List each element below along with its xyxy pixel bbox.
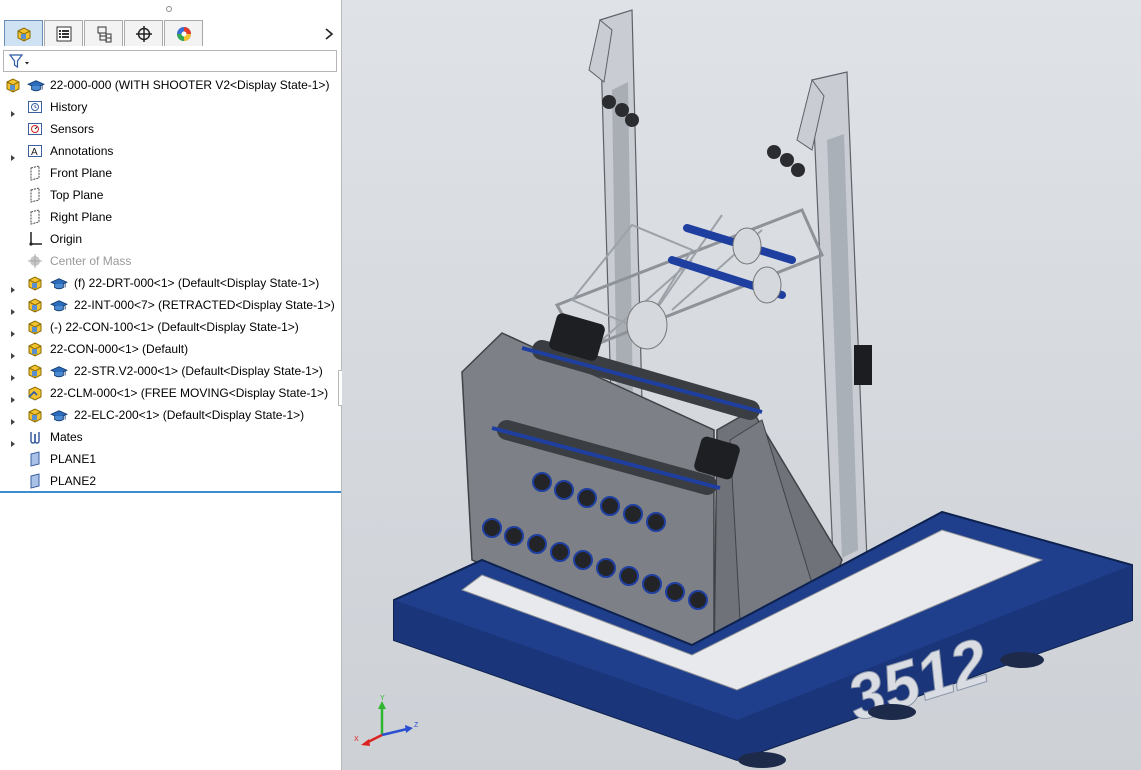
tree-item-label: Center of Mass bbox=[50, 254, 132, 268]
annotations-icon: A bbox=[27, 143, 43, 159]
tree-item-label: 22-STR.V2-000<1> (Default<Display State-… bbox=[74, 364, 323, 378]
expand-icon[interactable] bbox=[9, 301, 17, 315]
robot-model[interactable]: 3512 bbox=[342, 0, 1141, 770]
panel-grip-icon[interactable] bbox=[166, 6, 172, 12]
configuration-icon bbox=[97, 26, 111, 42]
tree-item[interactable]: History bbox=[0, 96, 341, 118]
graphics-area[interactable]: 3512 Y Z X bbox=[342, 0, 1141, 770]
tree-item[interactable]: Top Plane bbox=[0, 184, 341, 206]
mates-icon bbox=[27, 429, 43, 445]
tree-item-label: Origin bbox=[50, 232, 83, 246]
tree-item[interactable]: Mates bbox=[0, 426, 341, 448]
cap-icon bbox=[50, 364, 68, 378]
feature-manager-panel: 22-000-000 (WITH SHOOTER V2<Display Stat… bbox=[0, 0, 342, 770]
tree-filter-bar[interactable] bbox=[3, 50, 337, 72]
assembly-icon bbox=[17, 26, 30, 42]
tree-item[interactable]: Right Plane bbox=[0, 206, 341, 228]
tree-item-label: (-) 22-CON-100<1> (Default<Display State… bbox=[50, 320, 299, 334]
flexible-subassembly-icon bbox=[27, 385, 43, 401]
property-list-icon bbox=[56, 26, 71, 41]
tree-item[interactable]: 22-CLM-000<1> (FREE MOVING<Display State… bbox=[0, 382, 341, 404]
expand-icon[interactable] bbox=[9, 279, 17, 293]
tree-item-label: 22-CLM-000<1> (FREE MOVING<Display State… bbox=[50, 386, 329, 400]
tree-item[interactable]: Front Plane bbox=[0, 162, 341, 184]
tree-item[interactable]: (f) 22-DRT-000<1> (Default<Display State… bbox=[0, 272, 341, 294]
tree-item-label: Top Plane bbox=[50, 188, 104, 202]
tree-item[interactable]: PLANE2 bbox=[0, 470, 341, 492]
tree-item-label: PLANE1 bbox=[50, 452, 97, 466]
tab-property-manager[interactable] bbox=[44, 20, 83, 46]
tab-configuration-manager[interactable] bbox=[84, 20, 123, 46]
expand-icon[interactable] bbox=[9, 433, 17, 447]
tab-feature-manager[interactable] bbox=[4, 20, 43, 46]
assembly-icon bbox=[5, 77, 21, 93]
tree-item[interactable]: 22-ELC-200<1> (Default<Display State-1>) bbox=[0, 404, 341, 426]
tab-display-manager[interactable] bbox=[164, 20, 203, 46]
tree-item[interactable]: PLANE1 bbox=[0, 448, 341, 470]
plane-solid-icon bbox=[27, 473, 43, 489]
subassembly-icon bbox=[27, 275, 43, 291]
feature-tree: 22-000-000 (WITH SHOOTER V2<Display Stat… bbox=[0, 74, 341, 492]
tree-item-label: 22-CON-000<1> (Default) bbox=[50, 342, 189, 356]
filter-icon[interactable] bbox=[8, 53, 32, 70]
cap-icon bbox=[50, 276, 68, 290]
tree-item[interactable]: Sensors bbox=[0, 118, 341, 140]
expand-icon[interactable] bbox=[9, 389, 17, 403]
color-wheel-icon bbox=[176, 26, 191, 41]
tree-item-label: Annotations bbox=[50, 144, 114, 158]
tree-item-label: Mates bbox=[50, 430, 83, 444]
cap-icon bbox=[50, 298, 68, 312]
plane-icon bbox=[27, 209, 43, 225]
plane-solid-icon bbox=[27, 451, 43, 467]
expand-icon[interactable] bbox=[9, 103, 17, 117]
expand-icon[interactable] bbox=[9, 323, 17, 337]
tree-item[interactable]: (-) 22-CON-100<1> (Default<Display State… bbox=[0, 316, 341, 338]
expand-icon[interactable] bbox=[9, 147, 17, 161]
tree-item[interactable]: 22-INT-000<7> (RETRACTED<Display State-1… bbox=[0, 294, 341, 316]
svg-text:Y: Y bbox=[380, 695, 385, 702]
history-icon bbox=[27, 99, 43, 115]
cap-icon bbox=[27, 78, 45, 92]
svg-text:Z: Z bbox=[414, 722, 419, 729]
tree-item[interactable]: 22-CON-000<1> (Default) bbox=[0, 338, 341, 360]
crosshair-icon bbox=[135, 25, 152, 42]
subassembly-icon bbox=[27, 297, 43, 313]
subassembly-icon bbox=[27, 319, 43, 335]
tree-item-label: 22-ELC-200<1> (Default<Display State-1>) bbox=[74, 408, 305, 422]
svg-text:X: X bbox=[354, 736, 359, 743]
subassembly-icon bbox=[27, 407, 43, 423]
view-triad: Y Z X bbox=[354, 695, 419, 746]
sensors-icon bbox=[27, 121, 43, 137]
tree-item-label: Front Plane bbox=[50, 166, 113, 180]
tree-item[interactable]: Center of Mass bbox=[0, 250, 341, 272]
plane-icon bbox=[27, 165, 43, 181]
center-of-mass-icon bbox=[27, 253, 43, 269]
expand-icon[interactable] bbox=[9, 367, 17, 381]
tree-item[interactable]: 22-STR.V2-000<1> (Default<Display State-… bbox=[0, 360, 341, 382]
tree-rollback-bar[interactable] bbox=[0, 491, 341, 493]
tree-item-label: History bbox=[50, 100, 88, 114]
tree-item[interactable]: Origin bbox=[0, 228, 341, 250]
tree-item-label: (f) 22-DRT-000<1> (Default<Display State… bbox=[74, 276, 320, 290]
tree-item-label: Right Plane bbox=[50, 210, 113, 224]
cap-icon bbox=[50, 408, 68, 422]
tree-item-label: 22-INT-000<7> (RETRACTED<Display State-1… bbox=[74, 298, 335, 312]
plane-icon bbox=[27, 187, 43, 203]
expand-icon[interactable] bbox=[9, 411, 17, 425]
origin-icon bbox=[27, 231, 43, 247]
tab-dimxpert-manager[interactable] bbox=[124, 20, 163, 46]
manager-tabs bbox=[4, 20, 204, 47]
expand-icon[interactable] bbox=[9, 345, 17, 359]
tree-root[interactable]: 22-000-000 (WITH SHOOTER V2<Display Stat… bbox=[0, 74, 341, 96]
tabs-more-chevron-icon[interactable] bbox=[322, 25, 336, 43]
subassembly-icon bbox=[27, 341, 43, 357]
svg-text:A: A bbox=[31, 147, 38, 158]
subassembly-icon bbox=[27, 363, 43, 379]
tree-item-label: PLANE2 bbox=[50, 474, 97, 488]
tree-item[interactable]: A Annotations bbox=[0, 140, 341, 162]
tree-root-label: 22-000-000 (WITH SHOOTER V2<Display Stat… bbox=[50, 78, 330, 92]
tree-item-label: Sensors bbox=[50, 122, 95, 136]
